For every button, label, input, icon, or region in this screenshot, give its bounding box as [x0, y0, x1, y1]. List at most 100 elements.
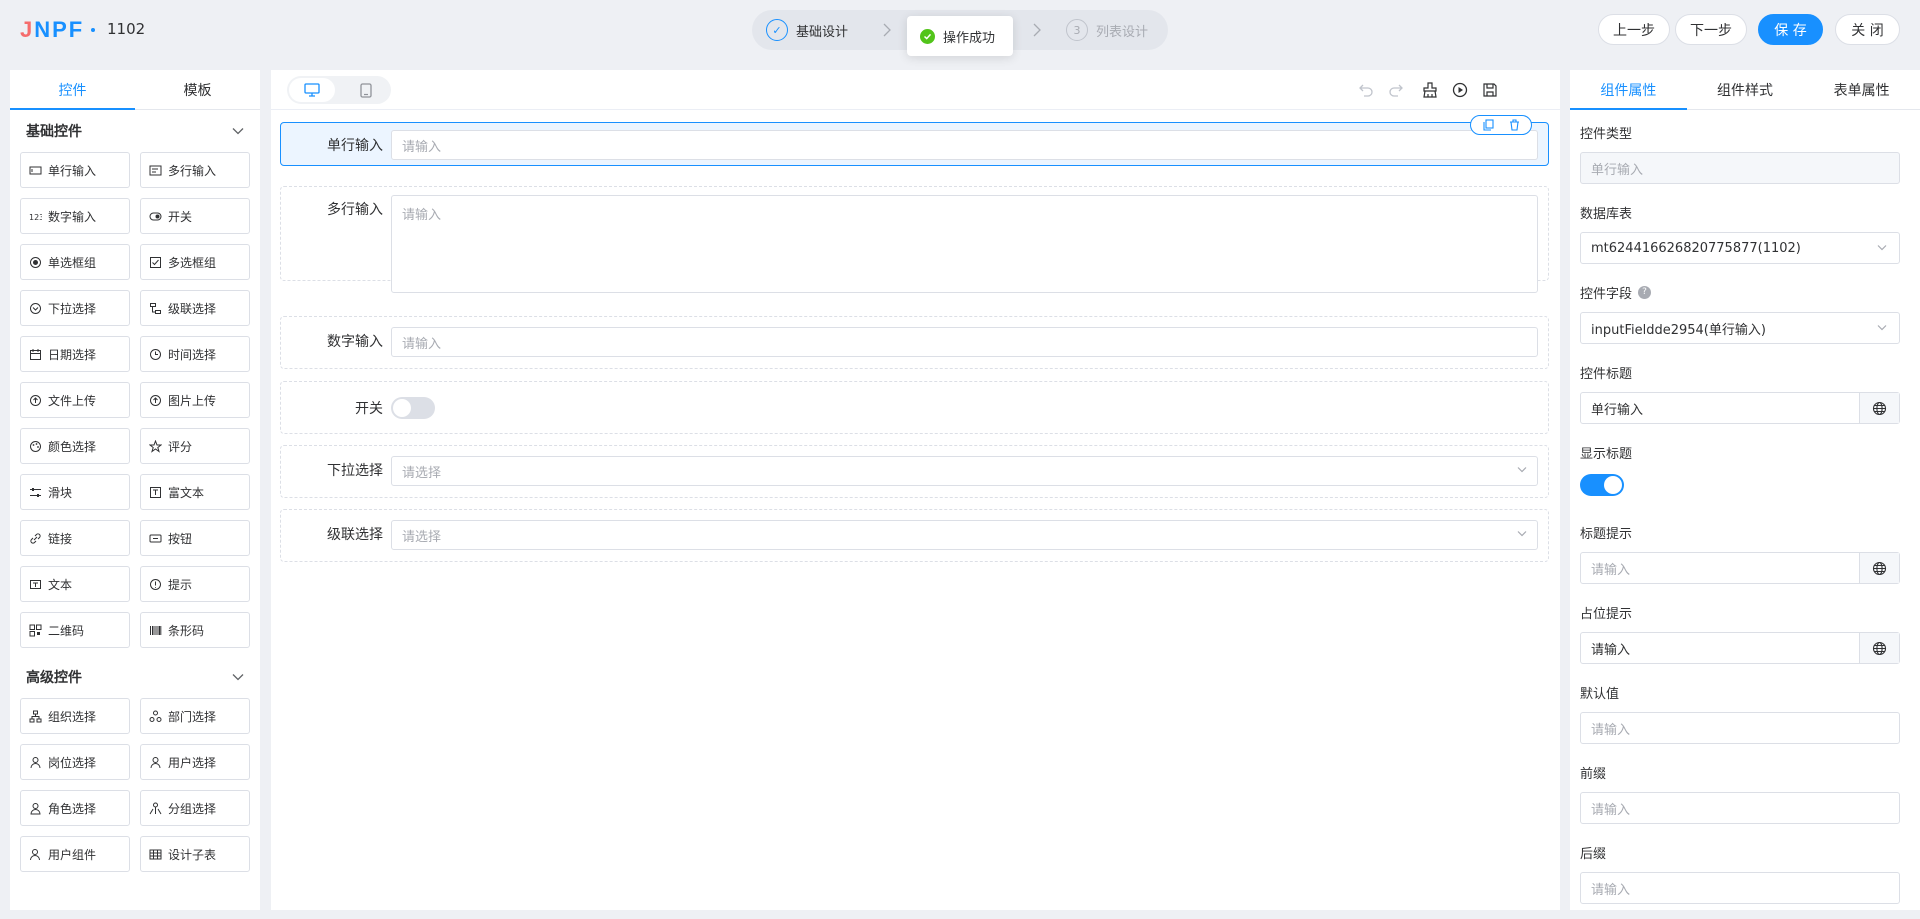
step-number: 3: [1066, 19, 1088, 41]
widget-label: 按钮: [168, 531, 193, 546]
widget-item[interactable]: 部门选择: [140, 698, 250, 734]
group-basic-widgets[interactable]: 基础控件: [10, 110, 260, 152]
suffix-input[interactable]: 请输入: [1580, 872, 1900, 904]
prev-step-button[interactable]: 上一步: [1598, 14, 1670, 45]
widget-item[interactable]: 时间选择: [140, 336, 250, 372]
form-field-select[interactable]: 下拉选择 请选择: [280, 445, 1549, 498]
undo-icon[interactable]: [1357, 81, 1375, 99]
number-input-preview[interactable]: 请输入: [391, 327, 1538, 357]
form-field-textarea[interactable]: 多行输入 请输入: [280, 186, 1549, 293]
widget-item[interactable]: 角色选择: [20, 790, 130, 826]
widget-item[interactable]: 级联选择: [140, 290, 250, 326]
select-icon: [29, 302, 42, 315]
step-list-design[interactable]: 3 列表设计: [1066, 19, 1148, 41]
db-table-select[interactable]: mt624416626820775877(1102): [1580, 232, 1900, 264]
tab-component-props[interactable]: 组件属性: [1570, 70, 1687, 110]
widget-item[interactable]: 下拉选择: [20, 290, 130, 326]
prop-label: 控件类型: [1580, 126, 1633, 142]
cascader-preview[interactable]: 请选择: [391, 520, 1538, 550]
title-tip-input[interactable]: 请输入: [1580, 552, 1900, 584]
widget-item[interactable]: 文本: [20, 566, 130, 602]
widget-label: 图片上传: [168, 393, 217, 408]
clear-brush-icon[interactable]: [1421, 81, 1439, 99]
widget-item[interactable]: 岗位选择: [20, 744, 130, 780]
form-field-number-input[interactable]: 数字输入 请输入: [280, 316, 1549, 369]
help-icon[interactable]: ?: [1638, 285, 1652, 299]
globe-icon[interactable]: [1859, 633, 1899, 663]
widget-item[interactable]: 用户组件: [20, 836, 130, 872]
switch-preview[interactable]: [391, 397, 435, 419]
control-title-input[interactable]: 单行输入: [1580, 392, 1900, 424]
widget-item[interactable]: 单选框组: [20, 244, 130, 280]
widget-item[interactable]: 图片上传: [140, 382, 250, 418]
input-value: 请输入: [1591, 642, 1631, 658]
image-upload-icon: [149, 394, 162, 407]
save-button[interactable]: 保 存: [1758, 14, 1823, 45]
copy-icon[interactable]: [1482, 119, 1494, 131]
textarea-preview[interactable]: 请输入: [391, 195, 1538, 293]
mobile-view-button[interactable]: [343, 78, 389, 102]
default-value-input[interactable]: 请输入: [1580, 712, 1900, 744]
widget-label: 角色选择: [48, 801, 97, 816]
next-step-button[interactable]: 下一步: [1675, 14, 1747, 45]
save-draft-icon[interactable]: [1481, 81, 1499, 99]
prefix-input[interactable]: 请输入: [1580, 792, 1900, 824]
field-label: 多行输入: [327, 202, 383, 218]
user-icon: [149, 756, 162, 769]
widget-item[interactable]: 单行输入: [20, 152, 130, 188]
widget-item[interactable]: 二维码: [20, 612, 130, 648]
widget-item[interactable]: 用户选择: [140, 744, 250, 780]
placeholder-input[interactable]: 请输入: [1580, 632, 1900, 664]
tab-widgets[interactable]: 控件: [10, 70, 135, 110]
delete-icon[interactable]: [1509, 119, 1520, 131]
widget-item[interactable]: 组织选择: [20, 698, 130, 734]
chevron-down-icon: [1877, 244, 1887, 251]
form-field-switch[interactable]: 开关: [280, 381, 1549, 434]
widget-item[interactable]: 条形码: [140, 612, 250, 648]
desktop-view-button[interactable]: [289, 78, 335, 102]
widget-label: 单行输入: [48, 163, 97, 178]
globe-icon[interactable]: [1859, 393, 1899, 423]
widget-item[interactable]: 分组选择: [140, 790, 250, 826]
widget-item[interactable]: 开关: [140, 198, 250, 234]
widget-label: 条形码: [168, 623, 205, 638]
widget-label: 颜色选择: [48, 439, 97, 454]
widget-item[interactable]: 设计子表: [140, 836, 250, 872]
widget-item[interactable]: 富文本: [140, 474, 250, 510]
select-preview[interactable]: 请选择: [391, 456, 1538, 486]
prop-show-title: 显示标题: [1580, 442, 1900, 496]
tab-component-style[interactable]: 组件样式: [1687, 70, 1804, 109]
group-advanced-widgets[interactable]: 高级控件: [10, 656, 260, 698]
tab-form-props[interactable]: 表单属性: [1803, 70, 1920, 109]
widget-item[interactable]: 文件上传: [20, 382, 130, 418]
position-icon: [29, 756, 42, 769]
advanced-widget-grid: 组织选择 部门选择 岗位选择 用户选择角色选择 分组选择 用户组件 设计子表: [10, 698, 260, 872]
widget-item[interactable]: 123 数字输入: [20, 198, 130, 234]
widget-item[interactable]: 滑块: [20, 474, 130, 510]
widget-item[interactable]: 提示: [140, 566, 250, 602]
widget-item[interactable]: 按钮: [140, 520, 250, 556]
close-button[interactable]: 关 闭: [1835, 14, 1900, 45]
group-title-label: 基础控件: [26, 124, 82, 140]
preview-play-icon[interactable]: [1451, 81, 1469, 99]
show-title-toggle[interactable]: [1580, 474, 1624, 496]
dept-icon: [149, 710, 162, 723]
widget-label: 多选框组: [168, 255, 217, 270]
widget-item[interactable]: 评分: [140, 428, 250, 464]
widget-item[interactable]: 多选框组: [140, 244, 250, 280]
single-input-preview[interactable]: 请输入: [391, 130, 1538, 160]
form-field-single-input[interactable]: 单行输入 请输入: [280, 115, 1549, 166]
globe-icon[interactable]: [1859, 553, 1899, 583]
redo-icon[interactable]: [1387, 81, 1405, 99]
chevron-down-icon: [232, 673, 244, 681]
control-field-select[interactable]: inputFieldde2954(单行输入): [1580, 312, 1900, 344]
widget-item[interactable]: 日期选择: [20, 336, 130, 372]
widget-item[interactable]: 颜色选择: [20, 428, 130, 464]
prop-prefix: 前缀 请输入: [1580, 762, 1900, 824]
widget-item[interactable]: 多行输入: [140, 152, 250, 188]
group-icon: [149, 802, 162, 815]
widget-item[interactable]: 链接: [20, 520, 130, 556]
tab-templates[interactable]: 模板: [135, 70, 260, 109]
form-field-cascader[interactable]: 级联选择 请选择: [280, 509, 1549, 562]
step-basic-design[interactable]: ✓ 基础设计: [766, 19, 848, 41]
